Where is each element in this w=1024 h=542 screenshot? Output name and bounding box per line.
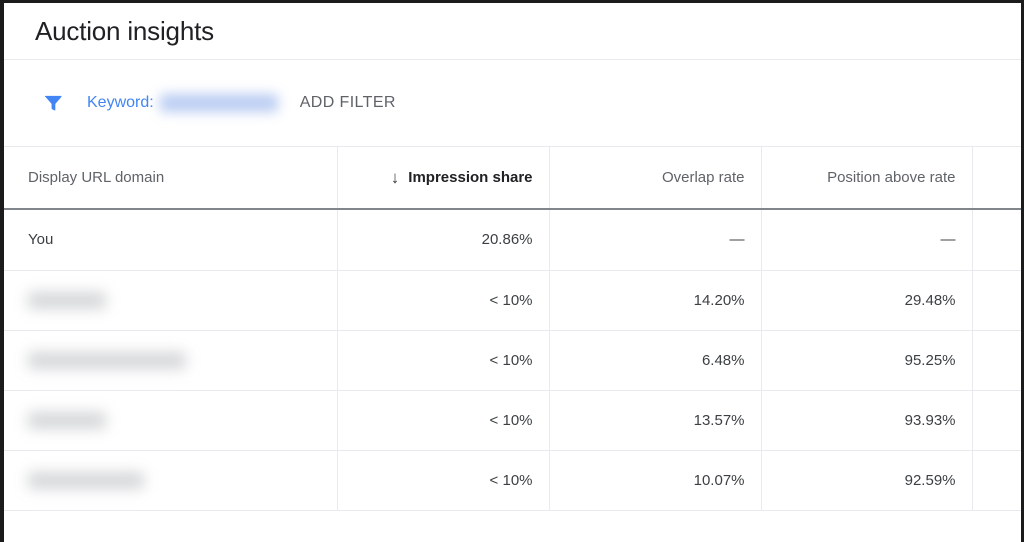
domain-redacted <box>28 351 186 369</box>
cell-extra <box>972 209 1021 271</box>
cell-domain: You <box>4 209 338 271</box>
filter-funnel-icon[interactable] <box>42 92 64 114</box>
keyword-filter-label: Keyword: <box>87 94 154 111</box>
auction-insights-table-container: Display URL domain ↓ Impression share Ov… <box>4 147 1021 542</box>
cell-impression-share: < 10% <box>337 270 550 331</box>
domain-label: You <box>28 231 54 249</box>
arrow-down-icon: ↓ <box>390 167 400 187</box>
column-header-label: Impression share <box>408 168 533 186</box>
cell-extra <box>972 270 1021 331</box>
table-body: You 20.86% — — < 10% 14.20% 29.48% < 10%… <box>4 209 1021 511</box>
cell-impression-share: < 10% <box>337 330 550 391</box>
add-filter-button[interactable]: ADD FILTER <box>300 94 396 112</box>
filter-bar: Keyword: ADD FILTER <box>4 60 1021 147</box>
cell-domain <box>4 270 338 331</box>
cell-impression-share: < 10% <box>337 390 550 451</box>
table-header: Display URL domain ↓ Impression share Ov… <box>4 147 1021 210</box>
cell-overlap-rate: 10.07% <box>549 450 762 511</box>
auction-insights-screen: Auction insights Keyword: ADD FILTER Dis… <box>0 0 1024 542</box>
cell-position-above-rate: 93.93% <box>761 390 973 451</box>
table-header-row: Display URL domain ↓ Impression share Ov… <box>4 147 1021 210</box>
cell-extra <box>972 450 1021 511</box>
cell-impression-share: < 10% <box>337 450 550 511</box>
table-row[interactable]: < 10% 6.48% 95.25% <box>4 330 1021 391</box>
cell-domain <box>4 450 338 511</box>
column-header-label: Display URL domain <box>28 169 165 186</box>
cell-overlap-rate: 6.48% <box>549 330 762 391</box>
cell-overlap-rate: — <box>549 209 762 271</box>
page-title: Auction insights <box>35 15 214 46</box>
keyword-filter-chip[interactable]: Keyword: <box>87 94 278 112</box>
column-header-position-above-rate[interactable]: Position above rate <box>761 147 973 210</box>
table-row[interactable]: < 10% 14.20% 29.48% <box>4 270 1021 331</box>
column-header-label: Position above rate <box>827 169 956 186</box>
column-header-overlap-rate[interactable]: Overlap rate <box>549 147 762 210</box>
domain-redacted <box>28 411 106 429</box>
cell-extra <box>972 330 1021 391</box>
auction-insights-table: Display URL domain ↓ Impression share Ov… <box>4 147 1021 511</box>
cell-domain <box>4 390 338 451</box>
cell-overlap-rate: 14.20% <box>549 270 762 331</box>
keyword-filter-value-redacted <box>159 94 278 112</box>
cell-overlap-rate: 13.57% <box>549 390 762 451</box>
column-header-extra[interactable] <box>972 147 1021 210</box>
domain-redacted <box>28 291 106 309</box>
cell-position-above-rate: 92.59% <box>761 450 973 511</box>
column-header-label: Overlap rate <box>661 169 745 186</box>
title-bar: Auction insights <box>4 3 1021 60</box>
column-header-impression-share[interactable]: ↓ Impression share <box>337 147 550 210</box>
table-row[interactable]: < 10% 10.07% 92.59% <box>4 450 1021 511</box>
cell-domain <box>4 330 338 391</box>
cell-position-above-rate: 29.48% <box>761 270 973 331</box>
cell-extra <box>972 390 1021 451</box>
cell-position-above-rate: 95.25% <box>761 330 973 391</box>
cell-position-above-rate: — <box>761 209 973 271</box>
column-header-display-url-domain[interactable]: Display URL domain <box>4 147 338 210</box>
domain-redacted <box>28 471 144 489</box>
cell-impression-share: 20.86% <box>337 209 550 271</box>
table-row[interactable]: < 10% 13.57% 93.93% <box>4 390 1021 451</box>
table-row[interactable]: You 20.86% — — <box>4 209 1021 271</box>
